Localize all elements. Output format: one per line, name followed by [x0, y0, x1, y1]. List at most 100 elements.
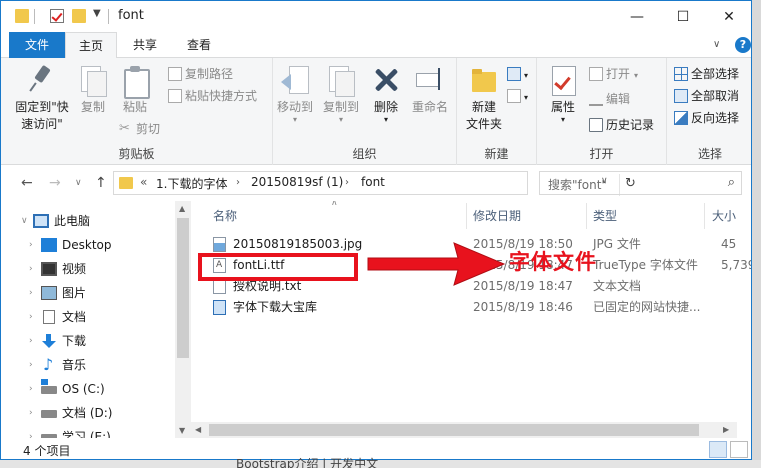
file-date: 2015/8/19 18:46 — [473, 300, 573, 314]
nav-pane-scrollbar[interactable]: ▲ ▼ — [175, 201, 191, 438]
search-box[interactable]: 搜索"font" ⌕ — [539, 171, 742, 195]
up-arrow-icon[interactable]: ↑ — [95, 175, 107, 191]
minimize-button[interactable]: — — [614, 1, 660, 32]
invert-selection-button[interactable]: 反向选择 — [674, 108, 739, 128]
nav-item-downloads[interactable]: › 下载 — [1, 329, 175, 353]
tab-view[interactable]: 查看 — [177, 32, 221, 58]
file-type: 文本文档 — [593, 279, 642, 293]
column-header-date[interactable]: 修改日期 — [473, 207, 521, 224]
close-button[interactable]: ✕ — [706, 1, 751, 32]
copy-to-label: 复制到 — [322, 100, 359, 114]
search-input[interactable]: 搜索"font" — [548, 176, 607, 193]
customize-quick-access-icon[interactable]: ▼ — [93, 8, 101, 19]
history-button[interactable]: 历史记录 — [589, 115, 654, 135]
recent-locations-icon[interactable]: ∨ — [75, 178, 82, 188]
properties-quick-icon[interactable] — [50, 9, 64, 23]
column-header-size[interactable]: 大小 — [712, 207, 736, 224]
edit-button[interactable]: 编辑 — [589, 89, 630, 109]
cut-button[interactable]: 剪切 — [119, 119, 160, 139]
nav-item-drive-d[interactable]: › 文档 (D:) — [1, 401, 175, 425]
nav-item-drive-c[interactable]: › OS (C:) — [1, 377, 175, 401]
expand-chevron-icon[interactable]: › — [29, 401, 33, 425]
expand-chevron-icon[interactable]: › — [29, 233, 33, 257]
new-folder-quick-icon[interactable] — [72, 9, 86, 23]
rename-label: 重命名 — [411, 100, 448, 114]
scroll-up-icon[interactable]: ▲ — [179, 204, 185, 213]
new-group-label: 新建 — [484, 147, 509, 161]
expand-chevron-icon[interactable]: › — [29, 257, 33, 281]
breadcrumb-overflow[interactable]: « — [140, 175, 147, 189]
tab-home[interactable]: 主页 — [65, 32, 117, 59]
maximize-button[interactable]: ☐ — [660, 1, 706, 32]
forward-arrow-icon[interactable]: → — [49, 175, 61, 191]
expand-chevron-icon[interactable]: › — [29, 353, 33, 377]
desktop-icon — [41, 238, 57, 252]
move-to-label: 移动到 — [276, 100, 313, 114]
select-all-icon — [674, 66, 688, 81]
file-row[interactable]: 字体下载大宝库 2015/8/19 18:46 已固定的网站快捷... — [211, 297, 751, 318]
scroll-down-icon[interactable]: ▼ — [179, 426, 185, 435]
large-icons-view-icon[interactable] — [730, 441, 748, 458]
expand-chevron-icon[interactable]: › — [29, 425, 33, 438]
nav-item-music[interactable]: › 音乐 — [1, 353, 175, 377]
select-none-label: 全部取消 — [691, 89, 740, 103]
move-to-button[interactable]: 移动到 ▾ — [273, 64, 317, 124]
back-arrow-icon[interactable]: ← — [21, 175, 33, 191]
navigation-bar: ← → ∨ ↑ « 1.下载的字体 › 20150819sf (1) › fon… — [1, 166, 751, 201]
expand-chevron-icon[interactable]: › — [29, 377, 33, 401]
address-bar[interactable]: « 1.下载的字体 › 20150819sf (1) › font ∨ ↻ — [113, 171, 636, 196]
select-all-button[interactable]: 全部选择 — [674, 64, 739, 84]
column-divider[interactable] — [704, 203, 705, 229]
clipboard-group-label: 剪贴板 — [118, 147, 155, 161]
rename-button[interactable]: 重命名 — [407, 64, 453, 116]
nav-item-pictures[interactable]: › 图片 — [1, 281, 175, 305]
expand-chevron-icon[interactable]: ∨ — [21, 209, 28, 233]
background-window-text: Bootstrap介绍 | 开发中文 — [236, 457, 379, 468]
column-header-name[interactable]: 名称 — [213, 207, 237, 224]
select-none-button[interactable]: 全部取消 — [674, 86, 739, 106]
nav-item-this-pc[interactable]: ∨ 此电脑 — [1, 209, 175, 233]
expand-chevron-icon[interactable]: › — [29, 305, 33, 329]
web-shortcut-icon — [213, 300, 226, 315]
properties-button[interactable]: 属性 ▾ — [543, 64, 583, 124]
copy-path-button[interactable]: 复制路径 — [168, 64, 233, 84]
column-header-type[interactable]: 类型 — [593, 207, 617, 224]
search-icon[interactable]: ⌕ — [728, 175, 735, 190]
nav-item-videos[interactable]: › 视频 — [1, 257, 175, 281]
nav-item-documents[interactable]: › 文档 — [1, 305, 175, 329]
nav-pane-scroll-thumb[interactable] — [177, 218, 189, 358]
paste-shortcut-button[interactable]: 粘贴快捷方式 — [168, 86, 257, 106]
copy-to-dropdown-icon: ▾ — [338, 115, 343, 124]
easy-access-button[interactable]: ▾ — [507, 86, 528, 106]
breadcrumb-separator-icon[interactable]: › — [345, 177, 349, 188]
column-divider[interactable] — [586, 203, 587, 229]
breadcrumb-separator-icon[interactable]: › — [236, 177, 240, 188]
expand-chevron-icon[interactable]: › — [29, 281, 33, 305]
nav-item-desktop[interactable]: › Desktop — [1, 233, 175, 257]
new-folder-button[interactable]: 新建 文件夹 — [461, 64, 507, 133]
scroll-left-icon[interactable]: ◀ — [195, 425, 201, 434]
paste-button[interactable]: 粘贴 — [115, 64, 155, 116]
new-item-button[interactable]: ▾ — [507, 64, 528, 84]
details-view-icon[interactable] — [709, 441, 727, 458]
collapse-ribbon-icon[interactable]: ∨ — [713, 39, 720, 50]
move-to-icon — [279, 64, 311, 96]
expand-chevron-icon[interactable]: › — [29, 329, 33, 353]
tab-share[interactable]: 共享 — [123, 32, 167, 58]
open-button[interactable]: 打开 ▾ — [589, 64, 638, 84]
horizontal-scroll-thumb[interactable] — [209, 424, 699, 436]
horizontal-scrollbar[interactable]: ◀ ▶ — [191, 422, 737, 438]
breadcrumb-item[interactable]: font — [361, 175, 385, 189]
column-divider[interactable] — [466, 203, 467, 229]
delete-button[interactable]: 删除 ▾ — [369, 64, 403, 124]
help-icon[interactable]: ? — [735, 37, 751, 53]
select-all-label: 全部选择 — [691, 67, 740, 81]
tab-file[interactable]: 文件 — [9, 32, 65, 58]
copy-button[interactable]: 复制 — [75, 64, 111, 116]
scroll-right-icon[interactable]: ▶ — [723, 425, 729, 434]
breadcrumb-item[interactable]: 1.下载的字体 — [156, 175, 227, 192]
nav-item-drive-e[interactable]: › 学习 (E:) — [1, 425, 175, 438]
breadcrumb-item[interactable]: 20150819sf (1) — [251, 175, 343, 189]
pin-to-quick-access-button[interactable]: 固定到"快 速访问" — [11, 64, 73, 133]
copy-to-button[interactable]: 复制到 ▾ — [319, 64, 363, 124]
